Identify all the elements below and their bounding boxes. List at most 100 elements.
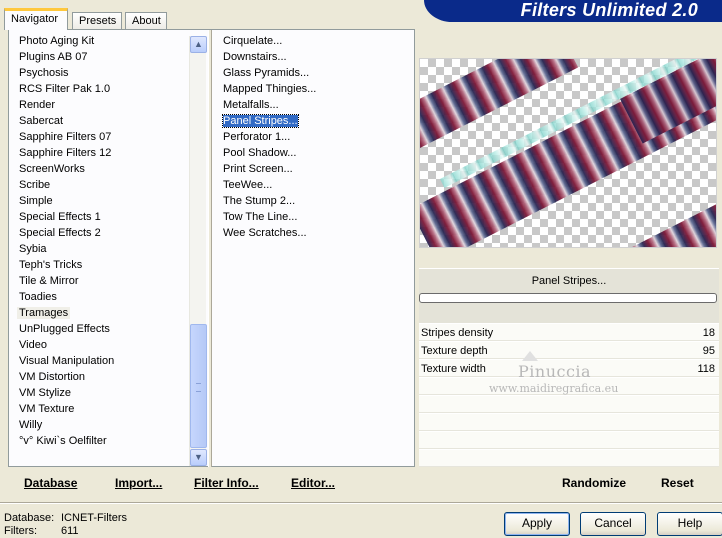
database-button[interactable]: Database (24, 476, 77, 490)
category-label: Sabercat (19, 115, 64, 127)
category-item[interactable]: Special Effects 2 (9, 225, 189, 241)
param-name: Stripes density (421, 327, 494, 339)
filter-label: Wee Scratches... (223, 227, 307, 239)
filter-item[interactable]: Glass Pyramids... (221, 65, 411, 81)
param-row-empty (419, 431, 719, 449)
category-item[interactable]: °v° Kiwi`s Oelfilter (9, 433, 189, 449)
category-item[interactable]: VM Distortion (9, 369, 189, 385)
status-filters-value: 611 (61, 525, 79, 537)
category-label: Special Effects 2 (19, 227, 101, 239)
category-label: Teph's Tricks (19, 259, 83, 271)
filter-name: Panel Stripes... (531, 275, 607, 287)
category-label: Video (19, 339, 47, 351)
category-item[interactable]: Sapphire Filters 12 (9, 145, 189, 161)
param-row-empty (419, 395, 719, 413)
param-value: 118 (697, 363, 715, 375)
filter-label: Mapped Thingies... (223, 83, 317, 95)
filter-preview (419, 58, 717, 248)
filter-item[interactable]: Pool Shadow... (221, 145, 411, 161)
filter-list[interactable]: Cirquelate... Downstairs... Glass Pyramids… (221, 33, 411, 293)
category-label: Toadies (19, 291, 57, 303)
panel-splitter[interactable] (208, 30, 212, 467)
category-item[interactable]: Visual Manipulation (9, 353, 189, 369)
category-item[interactable]: Video (9, 337, 189, 353)
category-item[interactable]: VM Texture (9, 401, 189, 417)
progress-bar (419, 293, 717, 303)
category-item[interactable]: VM Stylize (9, 385, 189, 401)
category-item[interactable]: Sabercat (9, 113, 189, 129)
category-label: Simple (19, 195, 53, 207)
category-item[interactable]: RCS Filter Pak 1.0 (9, 81, 189, 97)
filter-label: Pool Shadow... (223, 147, 297, 159)
category-item[interactable]: Photo Aging Kit (9, 33, 189, 49)
filter-item[interactable]: Cirquelate... (221, 33, 411, 49)
category-item[interactable]: Tile & Mirror (9, 273, 189, 289)
filter-item[interactable]: Wee Scratches... (221, 225, 411, 241)
apply-button[interactable]: Apply (504, 512, 570, 536)
filter-item[interactable]: The Stump 2... (221, 193, 411, 209)
filter-item[interactable]: TeeWee... (221, 177, 411, 193)
filter-item[interactable]: Print Screen... (221, 161, 411, 177)
randomize-button[interactable]: Randomize (562, 476, 626, 490)
category-scrollbar[interactable]: ▲ ▼ (189, 36, 207, 466)
filter-item[interactable]: Perforator 1... (221, 129, 411, 145)
status-filters-label: Filters: (4, 525, 37, 537)
category-item[interactable]: Toadies (9, 289, 189, 305)
filter-item[interactable]: Panel Stripes... (221, 113, 411, 129)
category-list[interactable]: Photo Aging Kit Plugins AB 07 Psychosis RCS… (9, 33, 189, 467)
scroll-thumb[interactable] (190, 324, 207, 448)
param-row[interactable]: Stripes density 18 (419, 323, 719, 341)
param-name: Texture depth (421, 345, 488, 357)
status-info: Database: ICNET-Filters Filters: 611 (4, 512, 127, 538)
import-button[interactable]: Import... (115, 476, 162, 490)
category-label: ScreenWorks (19, 163, 85, 175)
category-label: Special Effects 1 (19, 211, 101, 223)
param-name: Texture width (421, 363, 486, 375)
category-label: Willy (19, 419, 43, 431)
category-item[interactable]: Scribe (9, 177, 189, 193)
category-item[interactable]: Sapphire Filters 07 (9, 129, 189, 145)
reset-button[interactable]: Reset (661, 476, 694, 490)
category-label: Scribe (19, 179, 51, 191)
category-label: Render (19, 99, 56, 111)
category-item[interactable]: UnPlugged Effects (9, 321, 189, 337)
filter-info-button[interactable]: Filter Info... (194, 476, 259, 490)
category-item[interactable]: Simple (9, 193, 189, 209)
category-item[interactable]: Willy (9, 417, 189, 433)
watermark-mark (522, 351, 538, 361)
filter-item[interactable]: Downstairs... (221, 49, 411, 65)
tab-navigator[interactable]: Navigator (4, 8, 68, 30)
category-item[interactable]: Psychosis (9, 65, 189, 81)
category-item[interactable]: Plugins AB 07 (9, 49, 189, 65)
cancel-button[interactable]: Cancel (580, 512, 646, 536)
editor-button[interactable]: Editor... (291, 476, 335, 490)
filter-label: Print Screen... (223, 163, 293, 175)
filter-item[interactable]: Metalfalls... (221, 97, 411, 113)
status-database-value: ICNET-Filters (61, 512, 127, 524)
tab-presets[interactable]: Presets (72, 12, 122, 30)
category-label: UnPlugged Effects (19, 323, 110, 335)
watermark-url: www.maidiregrafica.eu (489, 382, 619, 395)
category-item[interactable]: Teph's Tricks (9, 257, 189, 273)
scroll-down-icon[interactable]: ▼ (190, 449, 207, 466)
category-item[interactable]: Tramages (9, 305, 189, 321)
category-item[interactable]: ScreenWorks (9, 161, 189, 177)
tab-about[interactable]: About (125, 12, 167, 30)
scroll-up-icon[interactable]: ▲ (190, 36, 207, 53)
watermark-name: Pinuccia (518, 362, 592, 381)
param-row[interactable]: Texture depth 95 (419, 341, 719, 359)
category-item[interactable]: Render (9, 97, 189, 113)
filter-label: Cirquelate... (223, 35, 283, 47)
filter-item[interactable]: Tow The Line... (221, 209, 411, 225)
category-label: VM Texture (19, 403, 75, 415)
category-item[interactable]: Special Effects 1 (9, 209, 189, 225)
filter-label: Glass Pyramids... (223, 67, 310, 79)
param-row-empty (419, 413, 719, 431)
category-label: VM Stylize (19, 387, 71, 399)
help-button[interactable]: Help (657, 512, 722, 536)
filter-label: Tow The Line... (223, 211, 298, 223)
param-value: 18 (702, 327, 715, 339)
category-item[interactable]: Sybia (9, 241, 189, 257)
divider (0, 502, 722, 504)
filter-item[interactable]: Mapped Thingies... (221, 81, 411, 97)
